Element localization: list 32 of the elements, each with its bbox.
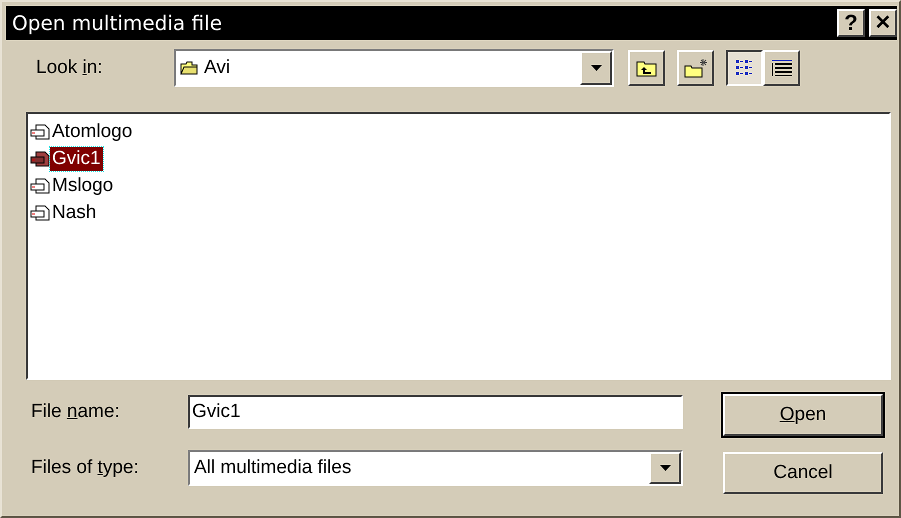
- dialog-button[interactable]: Open: [723, 394, 883, 436]
- look-in-label: Look in:: [36, 57, 104, 79]
- video-file-icon: [30, 204, 50, 220]
- up-folder-icon: [636, 59, 658, 77]
- folder-icon: [180, 61, 198, 75]
- file-item[interactable]: Mslogo: [50, 174, 116, 198]
- close-button[interactable]: ✕: [869, 9, 897, 37]
- file-name-field[interactable]: Gvic1: [188, 395, 683, 429]
- video-file-icon: [30, 178, 50, 194]
- look-in-dropdown[interactable]: Avi: [174, 49, 614, 87]
- file-item[interactable]: Nash: [50, 200, 98, 224]
- file-type-label: Files of type:: [31, 457, 140, 479]
- file-item[interactable]: Atomlogo: [50, 120, 134, 144]
- details-view-button[interactable]: [763, 50, 800, 86]
- details-view-icon: [770, 59, 792, 77]
- file-item[interactable]: Gvic1: [50, 146, 103, 170]
- list-view-icon: [734, 59, 754, 77]
- video-file-icon: [30, 124, 50, 140]
- file-name-label: File name:: [31, 401, 121, 423]
- new-folder-button[interactable]: [677, 50, 714, 86]
- up-folder-button[interactable]: [628, 50, 665, 86]
- dropdown-arrow-icon: [660, 465, 670, 471]
- new-folder-icon: [684, 58, 708, 78]
- look-in-value: Avi: [204, 57, 230, 79]
- file-type-value: All multimedia files: [194, 457, 352, 479]
- dropdown-arrow-icon: [590, 65, 602, 71]
- help-button[interactable]: ?: [837, 9, 865, 37]
- dialog-button[interactable]: Cancel: [723, 452, 883, 494]
- window-title: Open multimedia file: [12, 11, 222, 35]
- video-file-icon: [30, 150, 50, 166]
- list-view-button[interactable]: [726, 50, 763, 86]
- file-type-dropdown[interactable]: All multimedia files: [188, 450, 683, 486]
